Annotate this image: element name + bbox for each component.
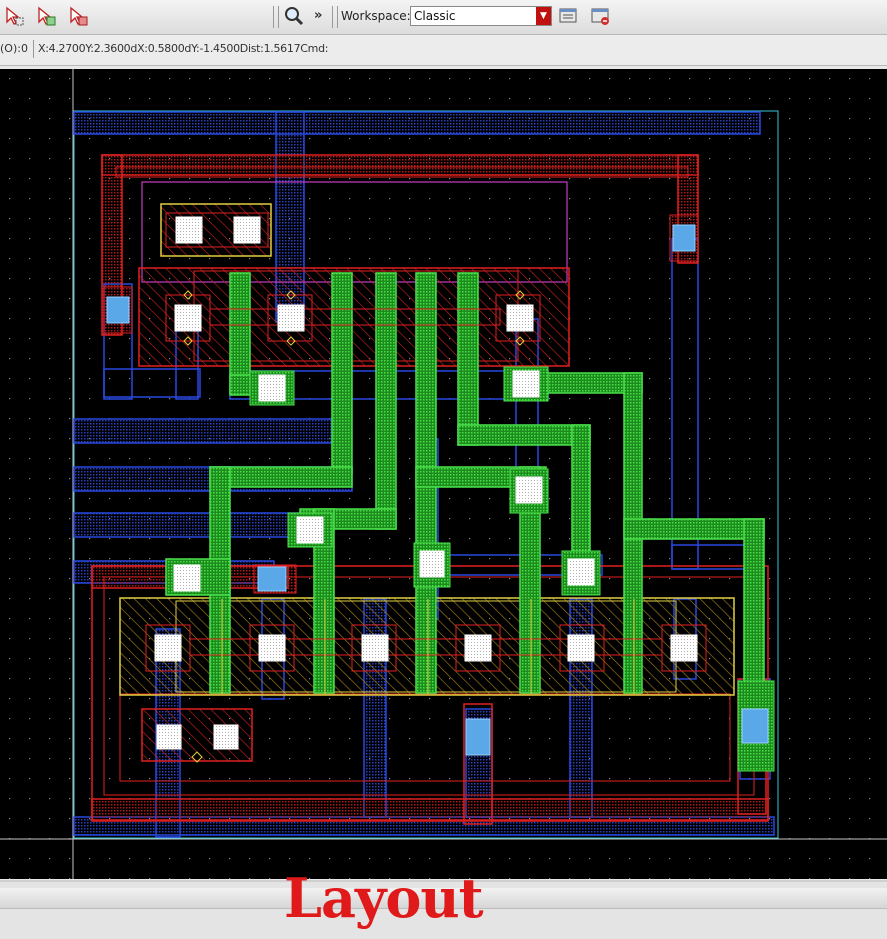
select-pointer-icon[interactable] xyxy=(3,5,25,27)
status-bar: (O):0 X:4.2700Y:2.3600dX:0.5800dY:-1.450… xyxy=(0,35,887,66)
toolbar-overflow-button[interactable]: » xyxy=(314,8,322,23)
toolbar: » Workspace: Classic ▼ xyxy=(0,0,887,35)
workspace-label: Workspace: xyxy=(341,9,411,23)
layout-drawing[interactable] xyxy=(0,69,887,879)
workspace-value: Classic xyxy=(414,9,456,23)
toolbar-separator xyxy=(332,6,338,28)
layout-caption: Layout xyxy=(284,866,484,930)
cursor-coordinates-readout: X:4.2700Y:2.3600dX:0.5800dY:-1.4500Dist:… xyxy=(38,42,329,55)
substrate-contact-bottom xyxy=(141,708,253,763)
layout-canvas[interactable] xyxy=(0,69,887,879)
pdiff-region xyxy=(138,267,570,367)
substrate-contact-top xyxy=(160,203,272,257)
status-divider xyxy=(33,40,34,58)
workspace-select[interactable]: Classic ▼ xyxy=(410,6,552,26)
chevron-down-icon[interactable]: ▼ xyxy=(536,7,551,25)
selection-mode-readout: (O):0 xyxy=(0,42,28,55)
workspace-load-icon[interactable] xyxy=(590,5,612,27)
select-pointer-remove-icon[interactable] xyxy=(67,5,89,27)
toolbar-separator xyxy=(273,6,279,28)
zoom-icon[interactable] xyxy=(283,5,305,27)
select-pointer-add-icon[interactable] xyxy=(35,5,57,27)
workspace-save-icon[interactable] xyxy=(558,5,580,27)
